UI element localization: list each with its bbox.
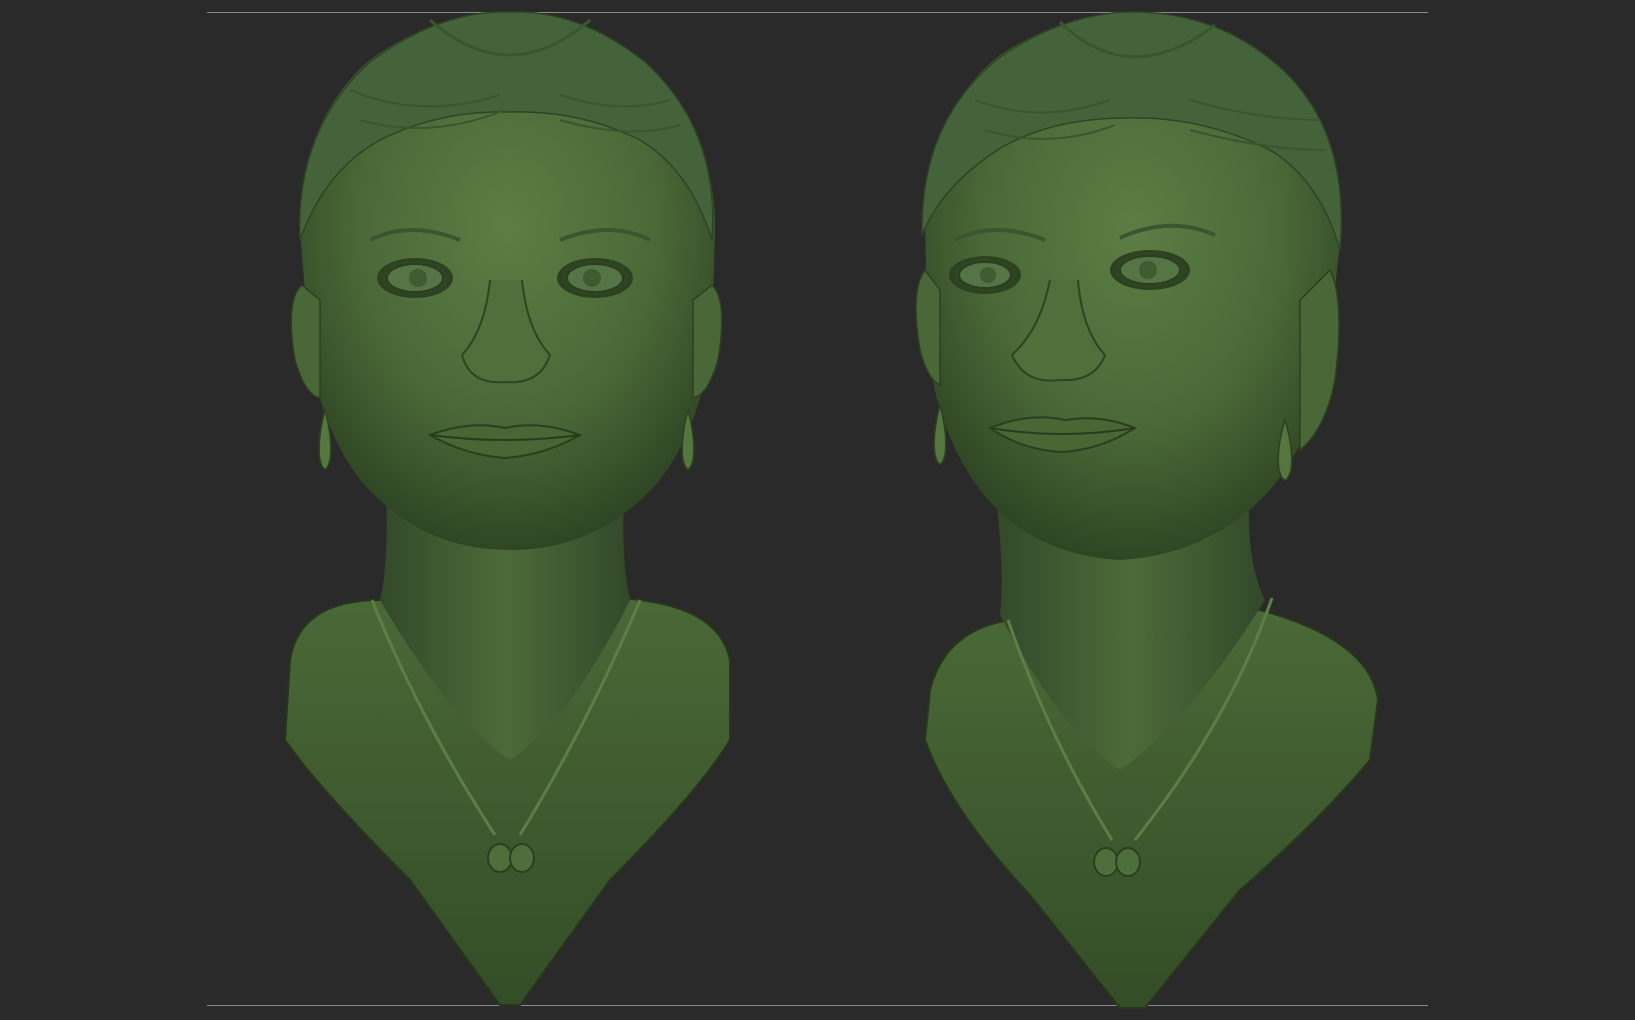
zbrush-document-viewport[interactable] [0, 0, 1635, 1020]
sculpt-render [283, 11, 1380, 1009]
front-view-bust[interactable] [283, 11, 731, 1006]
front-left-eye [377, 258, 453, 298]
tq-right-eye [1110, 250, 1190, 290]
front-right-ear [692, 284, 723, 399]
tq-left-ear [915, 268, 941, 387]
tq-right-ear [1299, 268, 1340, 452]
tq-left-eye [949, 256, 1021, 294]
front-right-eye [557, 258, 633, 298]
three-quarter-view-bust[interactable] [915, 11, 1380, 1009]
front-left-ear [290, 284, 321, 399]
